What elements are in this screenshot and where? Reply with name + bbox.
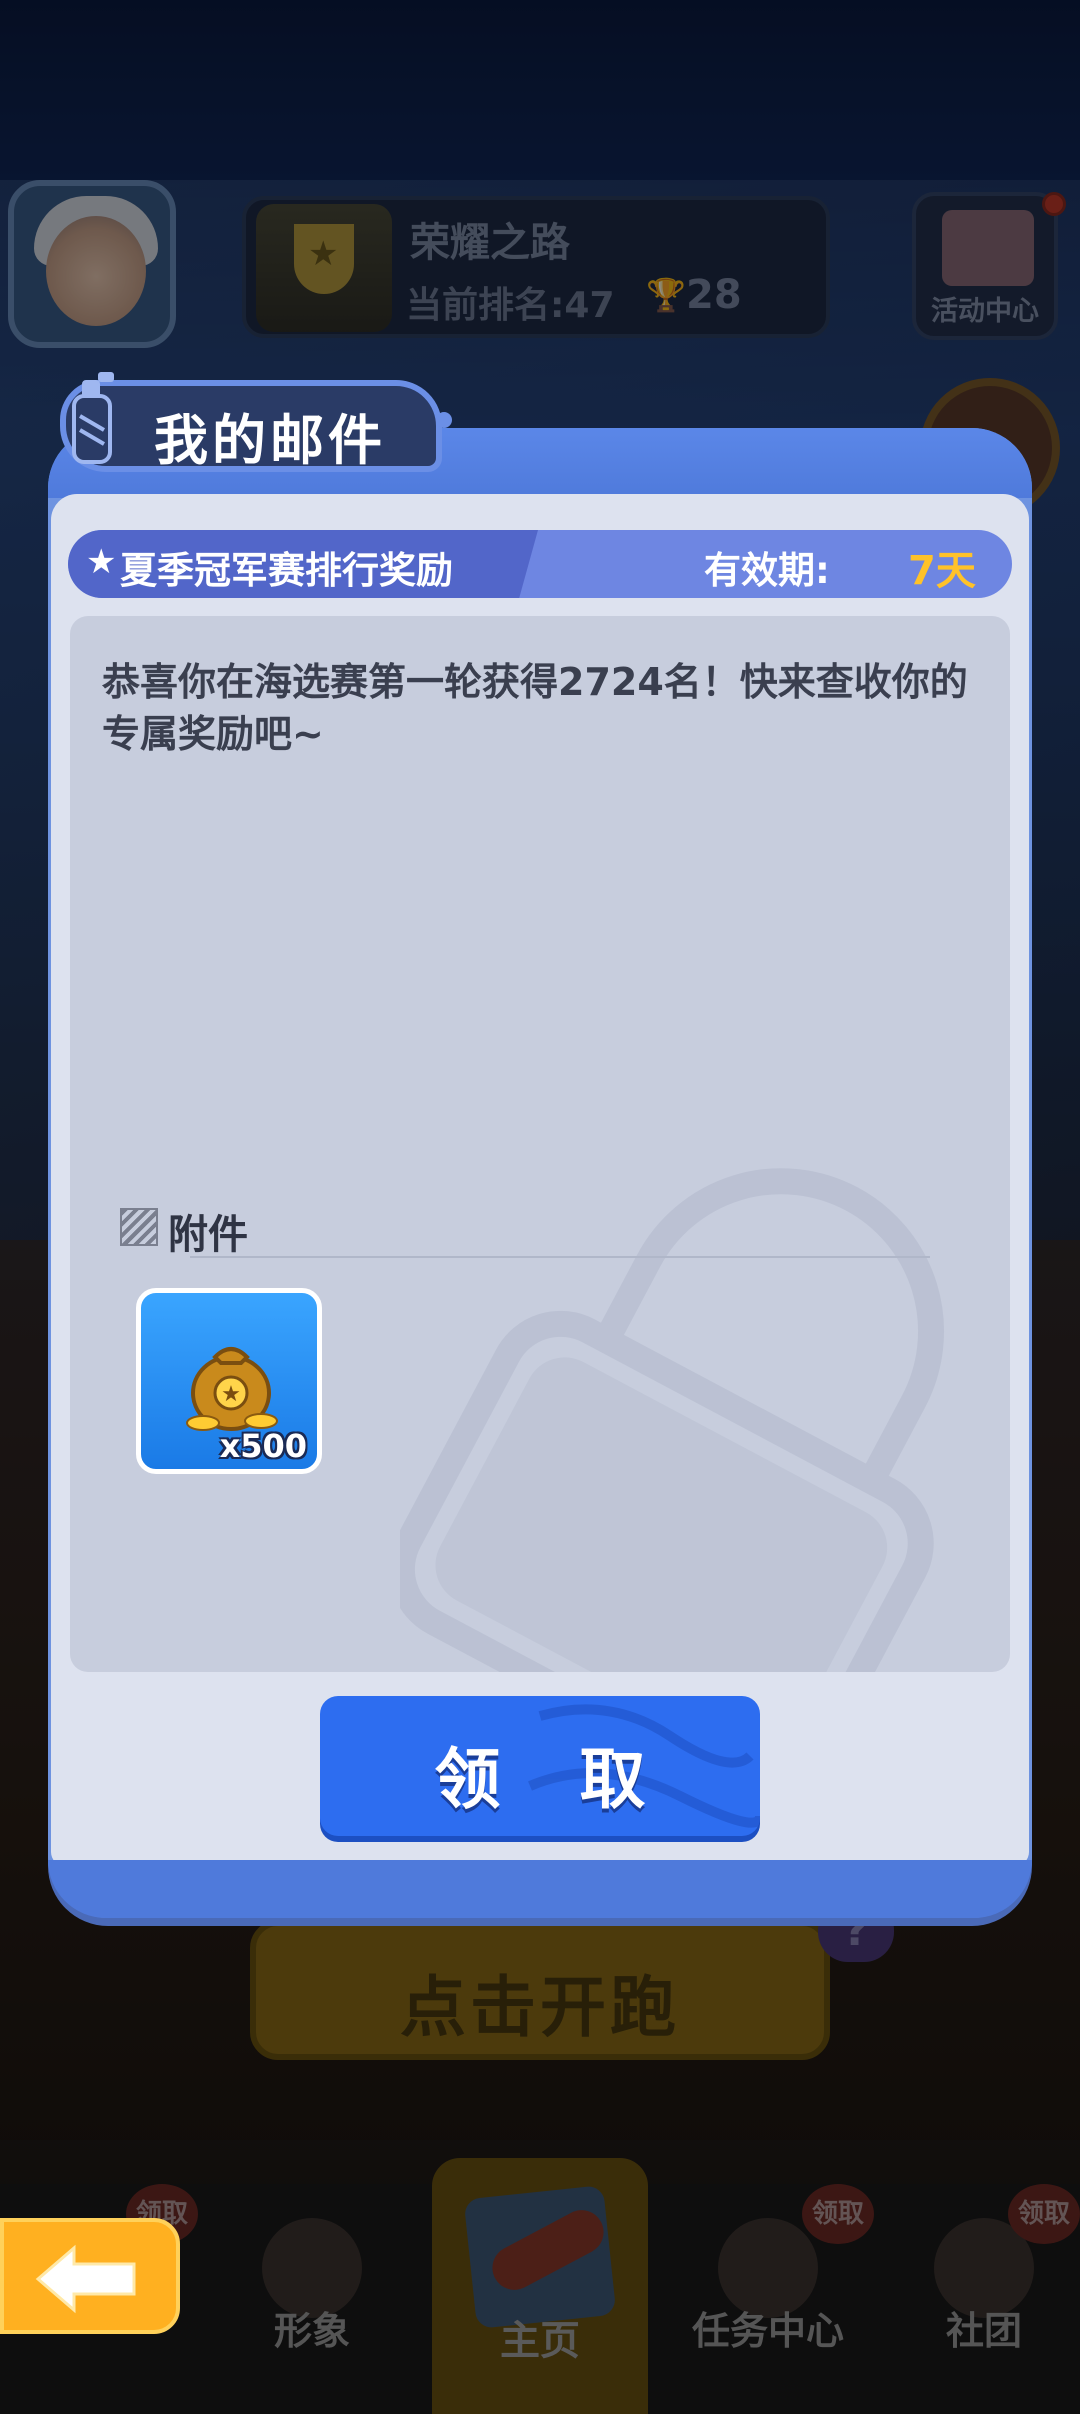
svg-text:★: ★	[221, 1382, 241, 1407]
coin-bag-icon: ★	[186, 1347, 278, 1431]
reward-quantity: x500	[219, 1427, 307, 1465]
mail-message: 恭喜你在海选赛第一轮获得2724名！快来查收你的专属奖励吧~	[102, 660, 968, 756]
back-arrow-icon	[35, 2244, 136, 2314]
validity-label: 有效期:	[704, 549, 830, 592]
dialog-footer-band	[48, 1860, 1032, 1918]
star-icon: ★	[86, 542, 117, 582]
back-button[interactable]	[0, 2218, 180, 2334]
mail-subject: 夏季冠军赛排行奖励	[120, 549, 453, 592]
mail-subject-bar: ★ 夏季冠军赛排行奖励 有效期: 7天	[68, 530, 1012, 598]
attachments-header: 附件	[120, 1200, 940, 1260]
claim-button[interactable]: 领 取	[320, 1696, 760, 1836]
banner-dot	[436, 412, 452, 428]
reward-item-coin-bag[interactable]: ★ x500	[136, 1288, 322, 1474]
attachment-icon	[120, 1208, 158, 1246]
mail-content-panel[interactable]: 恭喜你在海选赛第一轮获得2724名！快来查收你的专属奖励吧~ 附件 ★ x500	[70, 616, 1010, 1672]
attachments-divider	[190, 1256, 930, 1258]
dialog-title: 我的邮件	[154, 409, 386, 472]
spray-can-icon	[72, 372, 114, 464]
attachments-title: 附件	[168, 1212, 248, 1258]
validity-value: 7天	[908, 548, 976, 594]
dialog-title-banner: 我的邮件	[60, 372, 452, 472]
claim-button-label: 领 取	[434, 1741, 674, 1818]
